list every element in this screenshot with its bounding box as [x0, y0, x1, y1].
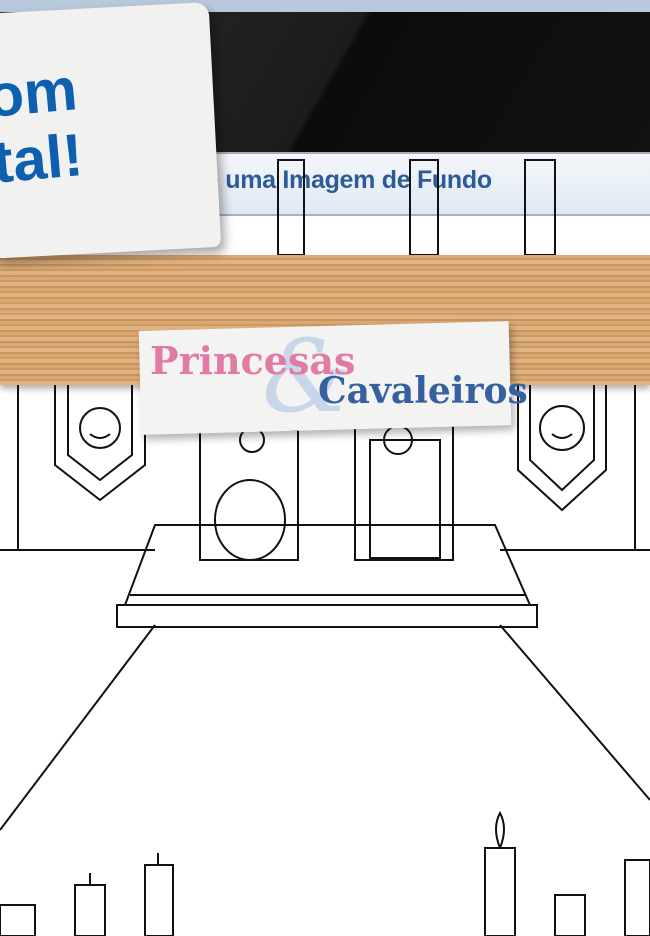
background-pillars — [277, 159, 556, 256]
throne-left — [199, 427, 299, 561]
promo-line-2: tal! — [0, 121, 86, 196]
dais — [116, 524, 538, 628]
candles — [0, 810, 650, 936]
banner-left — [54, 385, 146, 502]
throne-right — [354, 419, 454, 561]
logo-word-cavaleiros: Cavaleiros — [318, 370, 528, 412]
castle-walls — [0, 385, 650, 831]
promo-line-1: om — [0, 55, 80, 130]
banner-right — [517, 385, 607, 512]
promo-note-text: om tal! — [0, 55, 86, 196]
